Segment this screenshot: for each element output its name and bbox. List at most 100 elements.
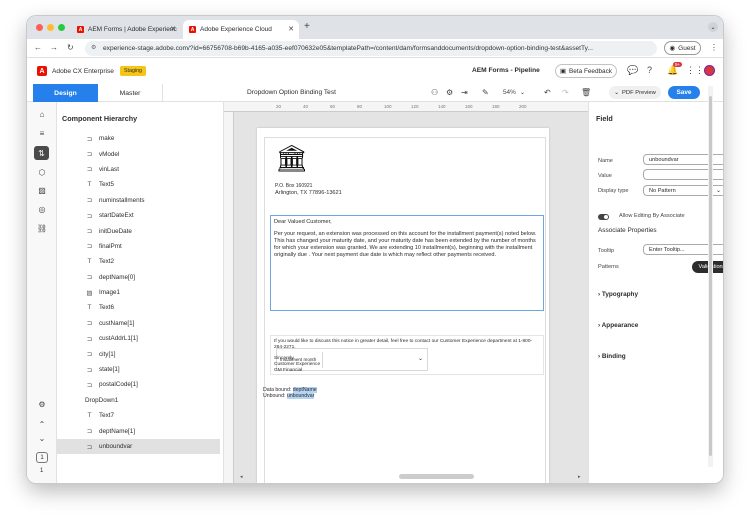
text-icon: T xyxy=(87,258,92,266)
env-badge: Staging xyxy=(120,66,146,76)
browser-tab-aem-forms[interactable]: A AEM Forms | Adobe Experienc ✕ xyxy=(71,20,181,39)
tree-item[interactable]: ⊐ startDateExt xyxy=(57,208,220,223)
url-input[interactable]: ⚙ experience-stage.adobe.com/?id=6675670… xyxy=(85,41,657,56)
section-typography[interactable]: › Typography xyxy=(598,291,638,298)
tab-search-icon[interactable]: ⌄ xyxy=(708,22,718,32)
display-type-value: No Pattern xyxy=(649,187,676,194)
browser-menu-icon[interactable]: ⋮ xyxy=(710,43,718,52)
chevron-up-icon[interactable]: ⌃ xyxy=(36,418,48,430)
apps-grid-icon[interactable]: ⋮⋮ xyxy=(686,65,704,76)
settings-gear-icon[interactable]: ⚙ xyxy=(446,88,453,97)
page-content: 🏛 P.O. Box 160921 Arlington, TX 77896-13… xyxy=(263,137,546,483)
forward-icon[interactable]: → xyxy=(50,43,58,52)
trash-icon[interactable]: 🗑 xyxy=(581,88,591,97)
tree-item[interactable]: DropDown1 xyxy=(57,393,220,408)
horizontal-scrollbar[interactable] xyxy=(399,474,474,479)
tree-item-label: numinstallments xyxy=(99,196,145,204)
associate-icon[interactable]: ⚇ xyxy=(431,88,438,97)
field-icon: ⊐ xyxy=(86,166,93,174)
tree-item[interactable]: ⊐ numinstallments xyxy=(57,193,220,208)
tree-item[interactable]: ⊐ postalCode[1] xyxy=(57,377,220,392)
tree-item[interactable]: ⊐ deptName[0] xyxy=(57,270,220,285)
avatar[interactable] xyxy=(704,65,715,76)
maximize-window-button[interactable] xyxy=(58,24,65,31)
field-properties-panel: Field Name unboundvar Value Display type… xyxy=(588,102,723,483)
cube-icon[interactable]: ⬡ xyxy=(36,166,48,178)
zoom-level[interactable]: 54% xyxy=(503,89,516,96)
close-tab-icon[interactable]: ✕ xyxy=(170,25,176,33)
home-icon[interactable]: ⌂ xyxy=(36,108,48,120)
tree-item[interactable]: ▨ Image1 xyxy=(57,285,220,300)
new-tab-icon[interactable]: + xyxy=(304,21,310,32)
binding-info[interactable]: Data bound: deptName Unbound: unboundvar xyxy=(263,387,317,399)
tree-item-label: deptName[0] xyxy=(99,273,136,281)
tree-item[interactable]: ⊐ deptName[1] xyxy=(57,423,220,438)
ruler-mark: 160 xyxy=(465,104,473,109)
save-button[interactable]: Save xyxy=(668,86,700,99)
text-icon: T xyxy=(87,412,92,420)
link-icon[interactable]: ⛓ xyxy=(36,222,48,234)
bank-logo-icon[interactable]: 🏛 xyxy=(275,145,308,171)
tree-item[interactable]: ⊐ vinLast xyxy=(57,162,220,177)
chevron-down-icon[interactable]: ⌄ xyxy=(36,432,48,444)
tree-item[interactable]: ⊐ vModel xyxy=(57,146,220,161)
page-settings-icon[interactable]: ⚙ xyxy=(36,398,48,410)
back-icon[interactable]: ← xyxy=(34,43,42,52)
panel-title: Field xyxy=(596,114,613,123)
insert-icon[interactable]: ⇥ xyxy=(461,88,468,97)
page-number[interactable]: 1 xyxy=(36,452,48,463)
tree-item[interactable]: T Text5 xyxy=(57,177,220,192)
close-tab-icon[interactable]: ✕ xyxy=(288,25,294,33)
menu-icon[interactable]: ≡ xyxy=(36,127,48,139)
tree-item[interactable]: ⊐ city[1] xyxy=(57,346,220,361)
help-icon[interactable]: ? xyxy=(647,65,652,75)
page-scrollbar[interactable] xyxy=(708,86,713,467)
tree-item[interactable]: ⊐ state[1] xyxy=(57,362,220,377)
tree-item[interactable]: T Text7 xyxy=(57,408,220,423)
tree-item-label: custAddrL1[1] xyxy=(99,335,138,343)
chevron-down-icon[interactable]: ⌄ xyxy=(520,89,525,96)
close-window-button[interactable] xyxy=(36,24,43,31)
tree-item-label: custName[1] xyxy=(99,319,135,327)
browser-tab-experience-cloud[interactable]: A Adobe Experience Cloud ✕ xyxy=(183,20,299,39)
tree-item[interactable]: ⊐ unboundvar xyxy=(57,438,220,455)
scroll-left-icon[interactable]: ◂ xyxy=(240,474,243,480)
section-appearance[interactable]: › Appearance xyxy=(598,322,638,329)
tree-item[interactable]: T Text2 xyxy=(57,254,220,269)
page-count: 1 xyxy=(40,468,44,474)
tab-design[interactable]: Design xyxy=(33,84,98,102)
tree-item[interactable]: ⊐ custName[1] xyxy=(57,316,220,331)
hierarchy-icon[interactable]: ⇅ xyxy=(34,146,49,160)
guest-profile-button[interactable]: ◉ Guest xyxy=(664,41,701,55)
contact-block[interactable]: If you would like to discuss this notice… xyxy=(270,335,544,375)
allow-editing-toggle[interactable] xyxy=(598,214,609,220)
tree-item[interactable]: ⊐ finalPmt xyxy=(57,239,220,254)
database-icon[interactable]: ◎ xyxy=(36,203,48,215)
field-icon: ⊐ xyxy=(86,212,93,220)
scrollbar-thumb[interactable] xyxy=(709,96,712,456)
tree-item-label: Text7 xyxy=(99,412,115,420)
section-binding[interactable]: › Binding xyxy=(598,353,626,360)
component-hierarchy-panel: Component Hierarchy ⊐ make ⊐ vModel ⊐ vinLast… xyxy=(57,102,250,483)
adobe-logo-icon: A xyxy=(37,66,47,76)
undo-icon[interactable]: ↶ xyxy=(544,88,551,97)
image-icon[interactable]: ▨ xyxy=(36,184,48,196)
tree-item[interactable]: ⊐ initDueDate xyxy=(57,223,220,238)
scroll-right-icon[interactable]: ▸ xyxy=(578,474,581,480)
tab-master[interactable]: Master xyxy=(98,84,163,102)
pdf-preview-button[interactable]: ⌄ PDF Preview xyxy=(609,86,661,99)
tree-item[interactable]: ⊐ make xyxy=(57,131,220,146)
chat-icon[interactable]: 💬 xyxy=(627,65,638,76)
tree-item[interactable]: ⊐ custAddrL1[1] xyxy=(57,331,220,346)
design-canvas: 20 40 60 80 100 120 140 160 180 200 🏛 P.O. Box 16… xyxy=(224,102,588,483)
redo-icon[interactable]: ↷ xyxy=(562,88,569,97)
tree-item[interactable]: T Text6 xyxy=(57,300,220,315)
site-info-icon[interactable]: ⚙ xyxy=(91,44,96,51)
letter-body[interactable]: Dear Valued Customer, Per your request, … xyxy=(270,215,544,371)
reload-icon[interactable]: ↻ xyxy=(67,43,74,52)
address-block[interactable]: P.O. Box 160921 Arlington, TX 77896-1362… xyxy=(275,183,342,196)
beta-feedback-button[interactable]: ▣ Beta Feedback xyxy=(555,64,617,78)
tree-item-label: Image1 xyxy=(99,289,121,297)
minimize-window-button[interactable] xyxy=(47,24,54,31)
pen-icon[interactable]: ✎ xyxy=(482,88,489,97)
